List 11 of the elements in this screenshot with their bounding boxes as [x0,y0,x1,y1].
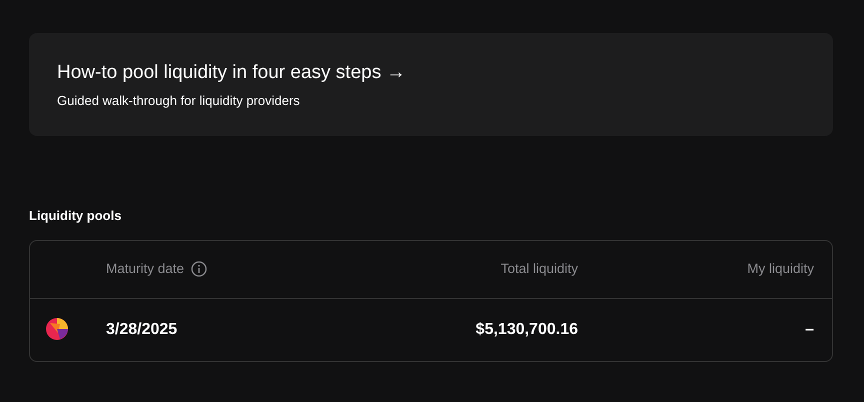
promo-link[interactable]: How-to pool liquidity in four easy steps → [57,60,406,86]
table-cell-text: 3/28/2025 [106,320,178,340]
table-cell-text: – [805,320,814,340]
section-title: Liquidity pools [29,207,122,225]
token-icon [46,318,68,340]
column-header: My liquidity [747,260,814,276]
info-icon[interactable] [191,261,208,277]
table-cell-text: $5,130,700.16 [476,320,578,340]
promo-subtitle: Guided walk-through for liquidity providers [57,92,301,110]
column-header: Maturity date [106,260,184,278]
column-header: Total liquidity [500,260,578,276]
